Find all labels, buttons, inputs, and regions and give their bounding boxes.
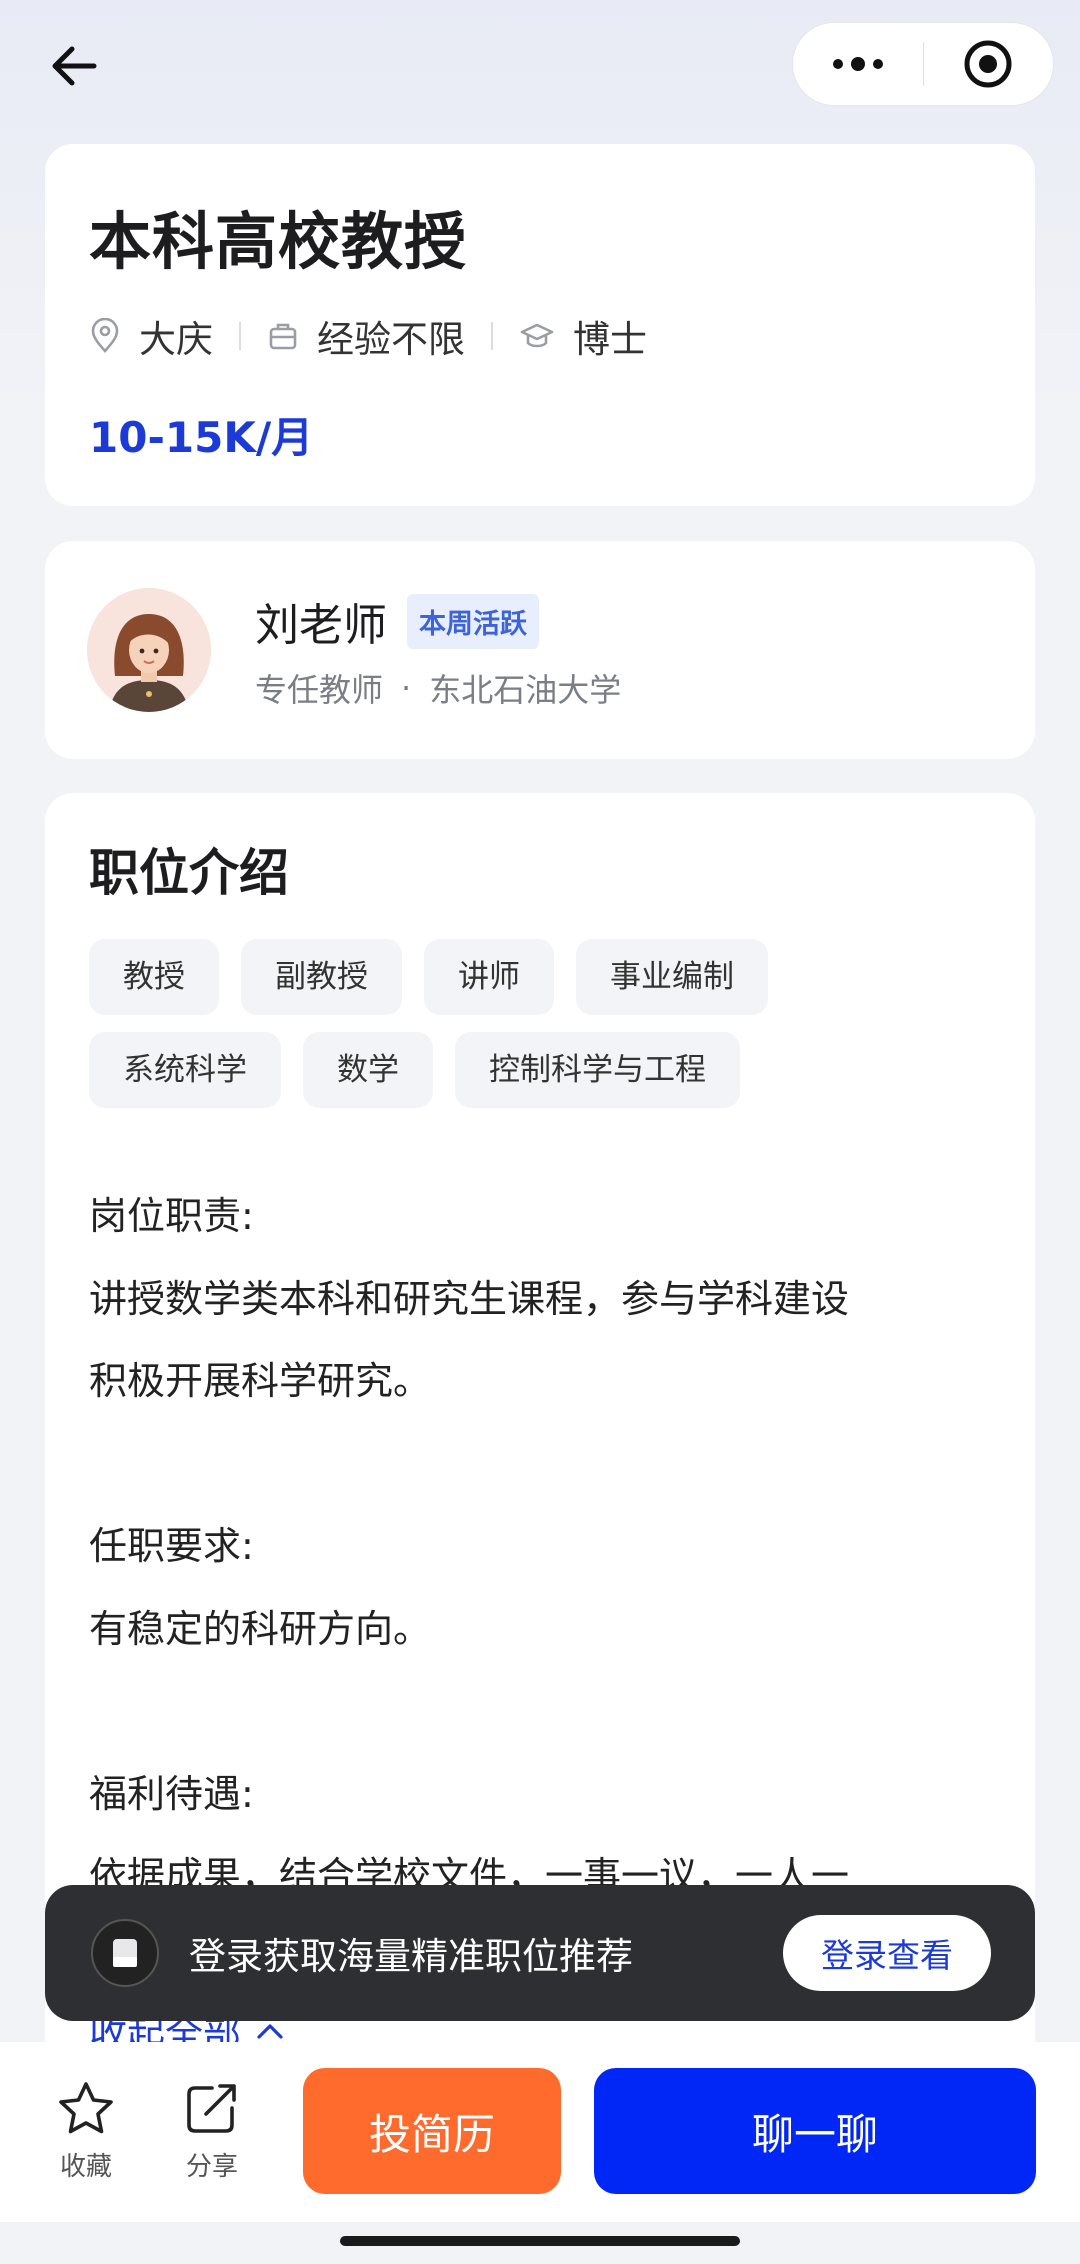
target-circle-icon	[964, 40, 1012, 88]
mini-program-capsule	[792, 22, 1054, 106]
location-item: 大庆	[89, 309, 213, 363]
job-tag: 数学	[303, 1032, 433, 1108]
salary: 10-15K/月	[89, 413, 314, 462]
favorite-button[interactable]: 收藏	[56, 2080, 116, 2183]
description-line: 福利待遇:	[89, 1771, 254, 1816]
close-miniprogram-button[interactable]	[923, 22, 1053, 106]
share-button[interactable]: 分享	[182, 2080, 242, 2183]
job-tag: 教授	[89, 939, 219, 1015]
chevron-up-icon	[257, 2023, 283, 2039]
job-tag: 控制科学与工程	[455, 1032, 740, 1108]
job-tag: 副教授	[241, 939, 402, 1015]
share-icon	[187, 2084, 236, 2133]
subtitle-separator: ·	[401, 669, 412, 707]
recruiter-name: 刘老师	[255, 600, 387, 651]
avatar	[87, 588, 211, 712]
login-prompt-text: 登录获取海量精准职位推荐	[189, 1935, 633, 1978]
home-indicator	[340, 2236, 740, 2246]
meta-separator	[491, 322, 493, 350]
recruiter-card[interactable]: 刘老师 本周活跃 专任教师 · 东北石油大学	[45, 541, 1035, 759]
description-line: 有稳定的科研方向。	[89, 1606, 432, 1651]
more-button[interactable]	[793, 22, 923, 106]
star-icon	[59, 2082, 113, 2134]
description-line: 积极开展科学研究。	[89, 1359, 432, 1403]
meta-separator	[239, 322, 241, 350]
recruiter-info: 刘老师 本周活跃 专任教师 · 东北石油大学	[255, 589, 621, 711]
experience-item: 经验不限	[267, 309, 465, 363]
recruiter-subtitle: 专任教师 · 东北石油大学	[255, 665, 621, 711]
bottom-action-bar: 收藏 分享 投简历 聊一聊	[0, 2042, 1080, 2222]
job-tag: 事业编制	[576, 939, 768, 1015]
experience-text: 经验不限	[317, 318, 465, 361]
education-item: 博士	[519, 309, 647, 363]
graduation-cap-icon	[520, 323, 554, 348]
login-prompt-banner: 登录获取海量精准职位推荐 登录查看	[45, 1885, 1035, 2021]
description-line: 任职要求:	[89, 1524, 254, 1568]
description-line: 岗位职责:	[89, 1194, 254, 1238]
arrow-left-icon	[52, 46, 97, 86]
app-logo-icon	[91, 1919, 159, 1987]
section-title: 职位介绍	[89, 844, 289, 902]
education-text: 博士	[573, 318, 647, 361]
location-text: 大庆	[139, 318, 213, 361]
favorite-label: 收藏	[59, 2152, 112, 2182]
description-text: 岗位职责: 讲授数学类本科和研究生课程，参与学科建设 积极开展科学研究。 任职要…	[89, 1175, 991, 2000]
more-dots-icon	[832, 57, 883, 71]
login-view-button[interactable]: 登录查看	[783, 1915, 991, 1991]
location-pin-icon	[91, 318, 119, 353]
job-meta-row: 大庆 经验不限 博士	[89, 308, 991, 364]
recruiter-position: 专任教师	[255, 671, 384, 709]
job-tag: 系统科学	[89, 1032, 281, 1108]
recruiter-name-row: 刘老师 本周活跃	[255, 589, 621, 653]
job-summary-card: 本科高校教授 大庆 经验不限 博士 10-15K/月	[45, 144, 1035, 506]
job-tag: 讲师	[424, 939, 554, 1015]
description-line	[89, 1423, 991, 1506]
description-line	[89, 1670, 991, 1753]
description-line: 讲授数学类本科和研究生课程，参与学科建设	[89, 1276, 850, 1321]
back-button[interactable]	[44, 36, 104, 96]
job-tags: 教授 副教授 讲师 事业编制 系统科学 数学 控制科学与工程	[89, 939, 809, 1125]
chat-button[interactable]: 聊一聊	[594, 2068, 1036, 2194]
briefcase-icon	[269, 323, 297, 350]
share-label: 分享	[185, 2152, 238, 2182]
apply-resume-button[interactable]: 投简历	[303, 2068, 561, 2194]
job-title: 本科高校教授	[89, 205, 468, 278]
recruiter-organization: 东北石油大学	[429, 671, 622, 709]
active-status-badge: 本周活跃	[407, 593, 539, 649]
